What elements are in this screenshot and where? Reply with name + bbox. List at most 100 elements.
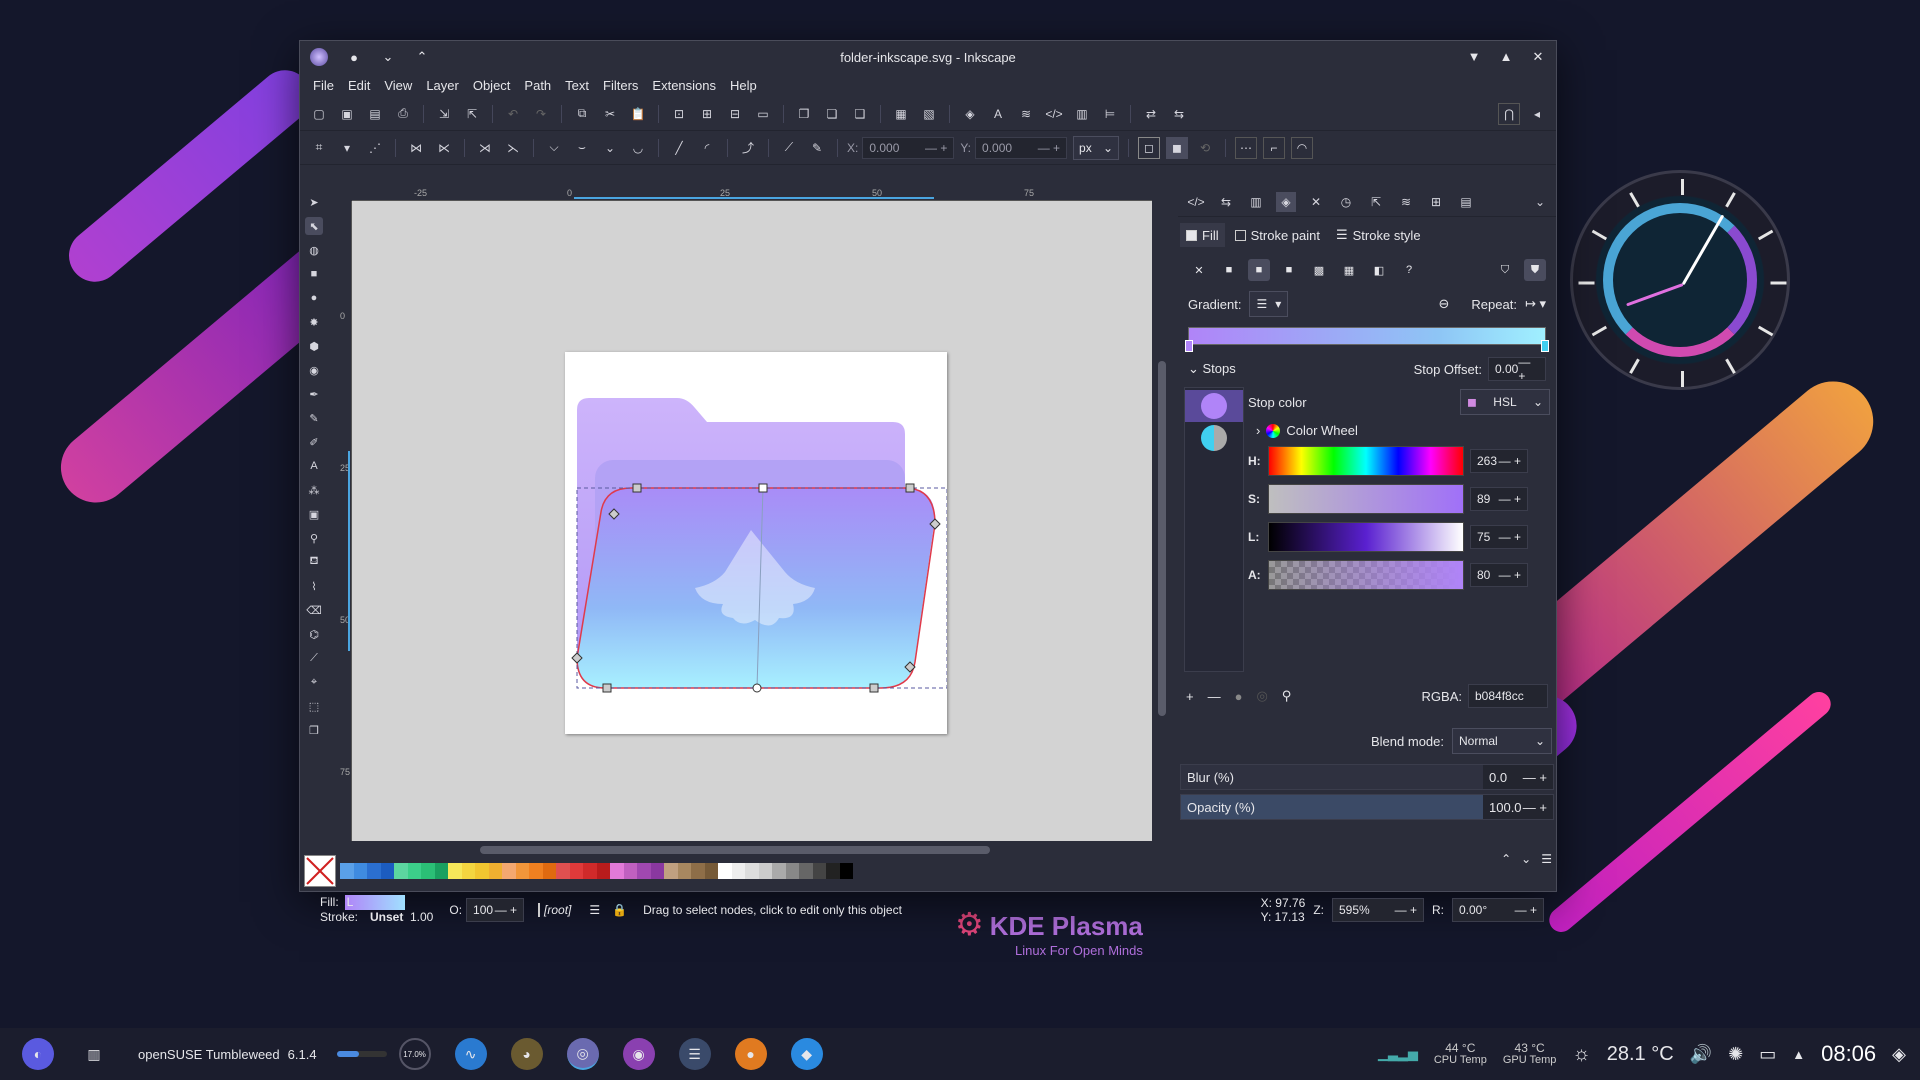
inkscape-app-icon[interactable] — [310, 48, 328, 66]
color-swatch[interactable] — [691, 863, 705, 879]
color-swatch[interactable] — [434, 863, 448, 879]
drawing-canvas[interactable] — [352, 201, 1152, 841]
rgba-input[interactable]: b084f8cc — [1468, 684, 1548, 708]
gradient-select[interactable]: ☰ ▾ — [1249, 291, 1289, 317]
fill-stroke-tab-icon[interactable]: ◈ — [1276, 191, 1296, 212]
color-swatch[interactable] — [380, 863, 394, 879]
segment-line-icon[interactable]: ╱ — [668, 137, 690, 159]
list-item[interactable] — [1185, 390, 1243, 422]
volume-icon[interactable]: 🔊 — [1690, 1044, 1712, 1065]
join-segment-icon[interactable]: ⋋ — [502, 137, 524, 159]
folder-artwork[interactable] — [565, 352, 948, 734]
calligraphy-tool-icon[interactable]: ✐ — [305, 433, 323, 451]
menu-file[interactable]: File — [306, 78, 341, 93]
unset-paint-icon[interactable]: ? — [1398, 259, 1420, 281]
color-swatch[interactable] — [664, 863, 678, 879]
star-tool-icon[interactable]: ✸ — [305, 313, 323, 331]
show-desktop-icon[interactable]: ▥ — [78, 1038, 110, 1070]
color-swatch[interactable] — [515, 863, 529, 879]
pages-tool-icon[interactable]: ❐ — [305, 721, 323, 739]
color-swatch[interactable] — [475, 863, 489, 879]
minimize-button[interactable]: ▼ — [1466, 49, 1482, 65]
horizontal-ruler[interactable]: -25 0 25 50 75 — [352, 187, 1152, 201]
vertical-scrollbar[interactable] — [1158, 361, 1166, 716]
cusp-node-icon[interactable]: ⌵ — [543, 137, 565, 159]
chevron-down-icon[interactable]: ⌄ — [1521, 852, 1531, 866]
color-swatch[interactable] — [637, 863, 651, 879]
close-button[interactable]: ✕ — [1530, 49, 1546, 65]
rotate-input[interactable]: 0.00° — + — [1452, 898, 1544, 922]
import-icon[interactable]: ⇲ — [433, 103, 455, 125]
menu-help[interactable]: Help — [723, 78, 764, 93]
lightness-input[interactable]: 75— + — [1470, 525, 1528, 549]
saturation-slider[interactable] — [1268, 484, 1464, 514]
no-paint-icon[interactable]: ✕ — [1188, 259, 1210, 281]
chevron-down-icon[interactable]: ▾ — [336, 137, 358, 159]
blend-mode-select[interactable]: Normal ⌄ — [1452, 728, 1552, 754]
selector-tool-icon[interactable]: ➤ — [305, 193, 323, 211]
gimp-icon[interactable]: ◕ — [510, 1038, 543, 1070]
insert-new-nodes-icon[interactable]: ⋰ — [364, 137, 386, 159]
page-tool-icon[interactable]: ⬚ — [305, 697, 323, 715]
text-font-icon[interactable]: A — [987, 103, 1009, 125]
zoom-selection-icon[interactable]: ⊡ — [668, 103, 690, 125]
stroke-to-path-icon[interactable]: ⟋ — [778, 137, 800, 159]
color-swatch[interactable] — [448, 863, 462, 879]
gradient-stop-handle[interactable] — [1185, 340, 1193, 352]
undo-icon[interactable]: ↶ — [502, 103, 524, 125]
maximize-button[interactable]: ▲ — [1498, 49, 1514, 65]
color-swatch[interactable] — [799, 863, 813, 879]
color-swatch[interactable] — [394, 863, 408, 879]
firefox-icon[interactable]: ● — [734, 1038, 767, 1070]
chevron-up-icon[interactable]: ⌃ — [414, 49, 430, 65]
preferences-icon[interactable]: ⇄ — [1140, 103, 1162, 125]
opacity-status-input[interactable]: 100— + — [466, 898, 525, 922]
zoom-drawing-icon[interactable]: ⊞ — [696, 103, 718, 125]
paste-icon[interactable]: 📋 — [627, 103, 649, 125]
show-transform-handles-icon[interactable]: ◻ — [1138, 136, 1161, 159]
horizontal-scrollbar[interactable] — [480, 846, 990, 854]
chevron-up-icon[interactable]: ▲ — [1792, 1047, 1805, 1062]
delete-nodes-icon[interactable]: ⋈ — [405, 137, 427, 159]
show-mask-icon[interactable]: ◠ — [1291, 136, 1314, 159]
show-outline-icon[interactable]: ⟲ — [1194, 137, 1216, 159]
measure-tool-icon[interactable]: ⟋ — [305, 649, 323, 667]
color-swatch[interactable] — [677, 863, 691, 879]
color-swatch[interactable] — [529, 863, 543, 879]
color-swatch[interactable] — [569, 863, 583, 879]
snap-popover-icon[interactable]: ◂ — [1526, 103, 1548, 125]
menu-filters[interactable]: Filters — [596, 78, 645, 93]
open-document-icon[interactable]: ▣ — [336, 103, 358, 125]
hue-slider[interactable] — [1268, 446, 1464, 476]
no-color-swatch[interactable] — [304, 855, 336, 887]
software-center-icon[interactable]: ◉ — [622, 1038, 655, 1070]
tab-stroke-paint[interactable]: Stroke paint — [1229, 223, 1326, 247]
layer-indicator[interactable]: [root] — [538, 903, 571, 917]
color-swatch[interactable] — [758, 863, 772, 879]
color-swatch[interactable] — [367, 863, 381, 879]
undo-history-tab-icon[interactable]: ◷ — [1336, 192, 1356, 212]
edit-clip-icon[interactable]: ✎ — [806, 137, 828, 159]
chevron-down-icon[interactable]: ⌄ — [1530, 192, 1550, 212]
zoom-page-width-icon[interactable]: ▭ — [752, 103, 774, 125]
add-stop-button[interactable]: + — [1186, 689, 1194, 704]
display-icon[interactable]: ▭ — [1759, 1044, 1776, 1065]
menu-edit[interactable]: Edit — [341, 78, 377, 93]
link-gradient-icon[interactable]: ⊖ — [1439, 296, 1450, 312]
node-tool-icon[interactable]: ⬉ — [305, 217, 323, 235]
menu-extensions[interactable]: Extensions — [645, 78, 723, 93]
color-swatch[interactable] — [745, 863, 759, 879]
repeat-select[interactable]: ↦ ▾ — [1525, 296, 1546, 312]
color-swatch[interactable] — [731, 863, 745, 879]
system-settings-icon[interactable]: ☰ — [678, 1038, 711, 1070]
vertical-ruler[interactable]: 0 25 50 75 — [338, 201, 352, 841]
blur-slider[interactable]: Blur (%) — [1181, 765, 1483, 789]
show-clipping-path-icon[interactable]: ⌐ — [1263, 136, 1286, 159]
tab-stroke-style[interactable]: ☰ Stroke style — [1330, 223, 1427, 247]
dolphin-icon[interactable]: ◆ — [790, 1038, 823, 1070]
print-icon[interactable]: ⎙ — [392, 103, 414, 125]
fill-stroke-icon[interactable]: ◈ — [959, 103, 981, 125]
pen-tool-icon[interactable]: ✒ — [305, 385, 323, 403]
export-tab-icon[interactable]: ⇱ — [1366, 192, 1386, 212]
stops-expander[interactable]: ⌄ Stops — [1188, 361, 1236, 377]
